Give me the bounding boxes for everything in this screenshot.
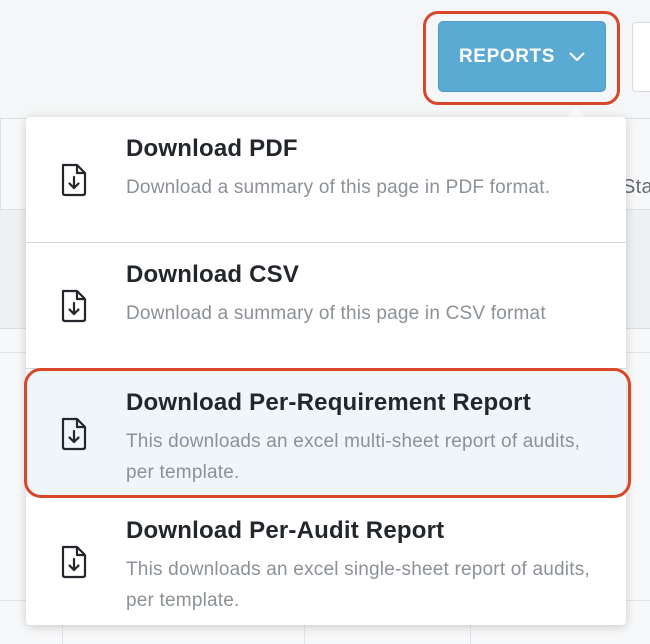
menu-item-highlight [24,368,631,498]
reports-button-label: REPORTS [458,45,556,67]
file-download-icon [60,289,88,328]
menu-item-download-per-audit-report[interactable]: Download Per-Audit Report This downloads… [26,499,626,625]
menu-item-title: Download CSV [126,261,300,288]
reports-button[interactable]: REPORTS [438,21,606,92]
menu-item-description: Download a summary of this page in CSV f… [126,303,546,324]
secondary-toolbar-button[interactable] [632,22,650,92]
menu-item-title: Download Per-Audit Report [126,517,445,544]
table-column-divider [0,118,1,210]
status-column-header: Statu [622,176,650,198]
menu-item-download-csv[interactable]: Download CSV Download a summary of this … [26,243,626,369]
menu-item-title: Download PDF [126,135,298,162]
menu-item-description: Download a summary of this page in PDF f… [126,177,551,198]
file-download-icon [60,545,88,584]
menu-item-download-pdf[interactable]: Download PDF Download a summary of this … [26,117,626,243]
menu-item-description: This downloads an excel single-sheet rep… [126,559,590,611]
file-download-icon [60,163,88,202]
chevron-down-icon [569,52,585,62]
